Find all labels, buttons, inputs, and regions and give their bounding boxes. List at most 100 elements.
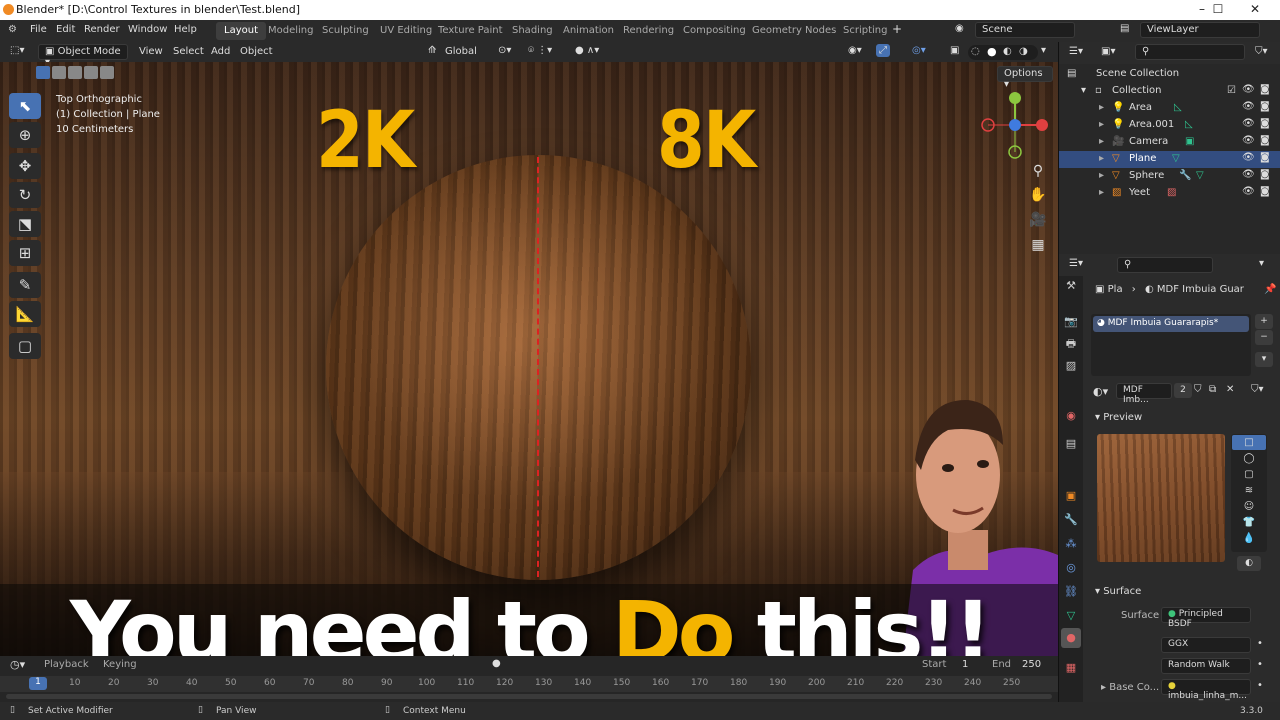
remove-slot-button[interactable]: − — [1255, 330, 1273, 345]
tab-shading[interactable]: Shading — [504, 22, 561, 40]
outliner-item-area[interactable]: ▸ 💡 Area ◺ 👁 ◙ — [1059, 100, 1280, 117]
gizmo-toggle-icon[interactable]: ⤢ — [876, 44, 890, 57]
preview-flat-icon[interactable]: □ — [1232, 435, 1266, 450]
material-name-field[interactable]: MDF Imb... — [1116, 383, 1172, 405]
zoom-icon[interactable]: ⚲ — [1027, 160, 1049, 182]
pivot-icon[interactable]: ⊙▾ — [498, 45, 511, 56]
start-frame-field[interactable]: 1 — [962, 659, 968, 670]
collection-checkbox[interactable]: ☑ — [1227, 85, 1236, 96]
menu-select[interactable]: Select — [173, 46, 204, 57]
unlink-icon[interactable]: ✕ — [1226, 384, 1234, 395]
orientation-selector[interactable]: Global — [445, 46, 477, 57]
expand-icon[interactable]: ▸ — [1099, 170, 1104, 181]
tab-sculpting[interactable]: Sculpting — [314, 22, 377, 40]
data-tab-icon[interactable]: ▽ — [1061, 606, 1081, 626]
menu-help[interactable]: Help — [174, 24, 197, 35]
preview-world-icon[interactable]: ◐ — [1237, 556, 1261, 571]
menu-add[interactable]: Add — [211, 46, 230, 57]
eye-icon[interactable]: 👁 — [1242, 118, 1255, 129]
tab-layout[interactable]: Layout — [216, 22, 266, 40]
add-cube-tool-icon[interactable]: ▢ — [9, 333, 41, 359]
constraints-tab-icon[interactable]: ⛓ — [1061, 582, 1081, 602]
render-camera-icon[interactable]: ◙ — [1260, 84, 1270, 95]
tab-texture-paint[interactable]: Texture Paint — [430, 22, 511, 40]
solid-shading-icon[interactable]: ● — [987, 45, 997, 58]
material-tab-icon[interactable]: ● — [1061, 628, 1081, 648]
options-dropdown[interactable]: Options ▾ — [997, 66, 1053, 90]
xray-icon[interactable]: ▣ — [950, 45, 959, 56]
outliner-item-plane[interactable]: ▸ ▽ Plane ▽ 👁 ◙ — [1059, 151, 1280, 168]
snap-icon[interactable]: ⌾ ⋮▾ — [528, 45, 552, 56]
output-tab-icon[interactable]: 🖶 — [1061, 334, 1081, 354]
mode-selector[interactable]: ▣ Object Mode ▾ — [38, 44, 128, 68]
maximize-icon[interactable]: ☐ — [1203, 2, 1233, 16]
grid-view-icon[interactable]: ▦ — [1027, 234, 1049, 256]
material-filter-icon[interactable]: ⛉▾ — [1251, 384, 1264, 395]
select-box-tool-icon[interactable]: ⬉ — [9, 93, 41, 119]
menu-window[interactable]: Window — [128, 24, 167, 35]
render-camera-icon[interactable]: ◙ — [1260, 135, 1270, 146]
preview-sphere-icon[interactable]: ◯ — [1232, 451, 1266, 466]
annotate-tool-icon[interactable]: ✎ — [9, 272, 41, 298]
properties-options-icon[interactable]: ▾ — [1259, 258, 1264, 269]
eye-icon[interactable]: 👁 — [1242, 169, 1255, 180]
render-camera-icon[interactable]: ◙ — [1260, 169, 1270, 180]
menu-playback[interactable]: Playback — [44, 659, 89, 670]
world-tab-icon[interactable]: ▤ — [1061, 434, 1081, 454]
blender-menu-icon[interactable]: ⚙ — [8, 24, 17, 35]
selection-mode-icons[interactable] — [36, 66, 116, 80]
timeline[interactable]: ◷▾ Playback Keying ● Start 1 End 250 1 1… — [0, 656, 1058, 702]
select-new-icon[interactable] — [36, 66, 50, 79]
scene-icon[interactable]: ◉ — [955, 23, 964, 34]
pan-hand-icon[interactable]: ✋ — [1027, 184, 1049, 206]
shading-modes[interactable]: ◌ ● ◐ ◑ — [968, 45, 1038, 60]
menu-view[interactable]: View — [139, 46, 163, 57]
render-camera-icon[interactable]: ◙ — [1260, 152, 1270, 163]
3d-viewport[interactable]: 2K 8K Top Orthographic (1) Collection | … — [0, 62, 1058, 656]
distribution-dropdown[interactable]: GGX — [1161, 637, 1251, 653]
particles-tab-icon[interactable]: ⁂ — [1061, 534, 1081, 554]
outliner-item-sphere[interactable]: ▸ ▽ Sphere 🔧 ▽ 👁 ◙ — [1059, 168, 1280, 185]
cursor-tool-icon[interactable]: ⊕ — [9, 122, 41, 148]
outliner-item-camera[interactable]: ▸ 🎥 Camera ▣ 👁 ◙ — [1059, 134, 1280, 151]
render-camera-icon[interactable]: ◙ — [1260, 186, 1270, 197]
eye-icon[interactable]: 👁 — [1242, 186, 1255, 197]
preview-cloth-icon[interactable]: 👕 — [1232, 515, 1266, 530]
outliner[interactable]: ☰▾ ▣▾ ⚲ ⛉▾ ▤ Scene Collection ▾ ▫ Collec… — [1058, 42, 1280, 254]
base-color-dot-icon[interactable]: • — [1257, 680, 1263, 691]
timeline-scrollbar[interactable] — [6, 694, 1052, 699]
view-layer-icon[interactable]: ▤ — [1120, 23, 1129, 34]
scale-tool-icon[interactable]: ⬔ — [9, 211, 41, 237]
transform-orientation-icon[interactable]: ⟰ — [428, 45, 436, 56]
preview-fluid-icon[interactable]: 💧 — [1232, 531, 1266, 546]
select-intersect-icon[interactable] — [100, 66, 114, 79]
preview-shape-options[interactable]: □ ◯ ▢ ≋ ☺ 👕 💧 — [1231, 434, 1267, 552]
surface-shader-field[interactable]: ● Principled BSDF — [1161, 607, 1251, 629]
subsurface-method-dropdown[interactable]: Random Walk — [1161, 658, 1251, 674]
menu-render[interactable]: Render — [84, 24, 120, 35]
overlay-icon[interactable]: ◎▾ — [912, 45, 926, 56]
modifier-tab-icon[interactable]: 🔧 — [1061, 510, 1081, 530]
material-slot-item[interactable]: ◕ MDF Imbuia Guararapis* — [1093, 316, 1249, 332]
outliner-item-area-001[interactable]: ▸ 💡 Area.001 ◺ 👁 ◙ — [1059, 117, 1280, 134]
base-color-texture-field[interactable]: ● imbuia_linha_m... — [1161, 679, 1251, 701]
distribution-dot-icon[interactable]: • — [1257, 638, 1263, 649]
rendered-shading-icon[interactable]: ◑ — [1019, 46, 1028, 57]
move-tool-icon[interactable]: ✥ — [9, 153, 41, 179]
physics-tab-icon[interactable]: ◎ — [1061, 558, 1081, 578]
select-subtract-icon[interactable] — [68, 66, 82, 79]
material-shading-icon[interactable]: ◐ — [1003, 46, 1012, 57]
proportional-edit-icon[interactable]: ● ∧▾ — [575, 45, 599, 56]
view-layer-selector[interactable]: ViewLayer — [1140, 22, 1260, 38]
surface-section-header[interactable]: ▾ Surface — [1095, 586, 1141, 597]
eye-icon[interactable]: 👁 — [1242, 152, 1255, 163]
tab-scripting[interactable]: Scripting — [835, 22, 895, 40]
texture-tab-icon[interactable]: ▦ — [1061, 658, 1081, 678]
outliner-editor-icon[interactable]: ☰▾ — [1069, 46, 1083, 57]
scene-selector[interactable]: Scene — [975, 22, 1075, 38]
tab-modeling[interactable]: Modeling — [260, 22, 322, 40]
scene-tab-icon[interactable]: ◉ — [1061, 406, 1081, 426]
eye-icon[interactable]: 👁 — [1242, 84, 1255, 95]
select-invert-icon[interactable] — [84, 66, 98, 79]
preview-hair-icon[interactable]: ≋ — [1232, 483, 1266, 498]
